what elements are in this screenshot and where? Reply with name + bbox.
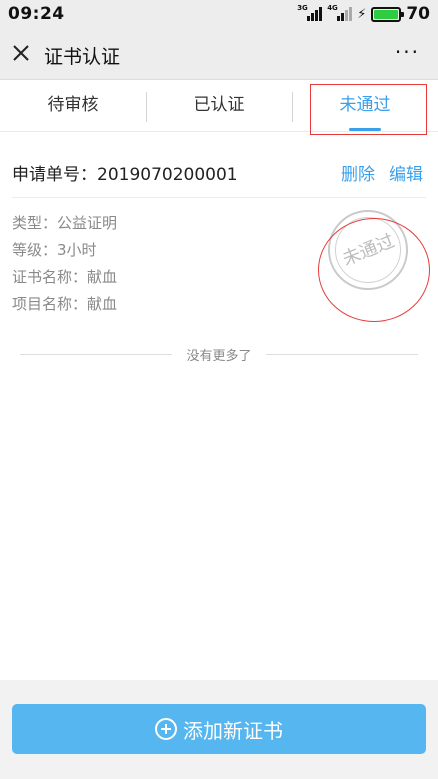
status-tabs: 待审核 已认证 未通过 [0,80,438,132]
plus-circle-icon [155,718,177,740]
application-number: 申请单号：2019070200001 [12,165,238,185]
detail-level: 等级：3小时 [12,241,97,259]
tab-pending[interactable]: 待审核 [0,80,146,132]
tab-rejected[interactable]: 未通过 [292,80,438,132]
add-certificate-button[interactable]: 添加新证书 [12,704,426,754]
list-end-indicator: 没有更多了 [20,345,418,364]
status-time: 09:24 [8,4,65,24]
close-icon[interactable] [10,42,32,64]
more-menu-icon[interactable]: ··· [395,40,420,64]
battery-percent: 70 [406,4,430,24]
page-title: 证书认证 [44,46,121,68]
charging-icon: ⚡ [357,6,367,22]
status-indicators: 3G 4G ⚡ 70 [297,3,430,25]
delete-button[interactable]: 删除 [341,160,375,185]
nav-bar: 证书认证 ··· [0,28,438,80]
active-tab-indicator [349,128,381,131]
status-bar: 09:24 3G 4G ⚡ 70 [0,0,438,28]
signal-3g-icon: 3G [297,4,323,21]
tab-label: 已认证 [193,95,245,115]
edit-button[interactable]: 编辑 [389,160,423,185]
signal-4g-icon: 4G [327,4,353,21]
detail-project-name: 项目名称：献血 [12,295,118,313]
record-header: 申请单号：2019070200001 删除 编辑 [12,146,426,198]
tab-certified[interactable]: 已认证 [146,80,292,132]
tab-label: 未通过 [339,95,391,115]
tab-label: 待审核 [47,95,99,115]
detail-type: 类型：公益证明 [12,214,118,232]
rejected-stamp: 未通过 [328,210,408,290]
detail-certificate-name: 证书名称：献血 [12,268,118,286]
battery-icon [371,6,405,22]
add-button-label: 添加新证书 [183,718,283,743]
footer: 添加新证书 [0,680,438,779]
